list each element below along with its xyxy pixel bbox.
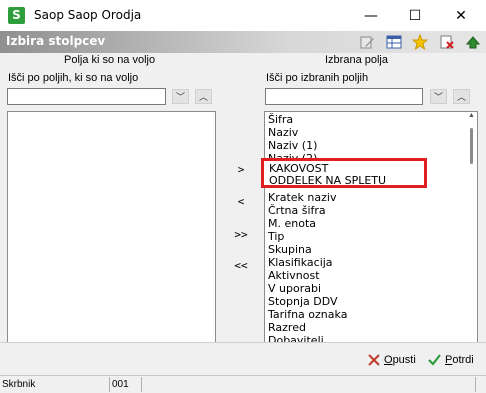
available-fields-list[interactable]	[7, 111, 216, 343]
list-item[interactable]: Šifra	[265, 113, 477, 126]
available-search-label: Išči po poljih, ki so na voljo	[8, 72, 139, 84]
selected-fields-bottom: Kratek naziv Črtna šifra M. enota Tip Sk…	[265, 191, 477, 342]
ok-label: otrdi	[452, 354, 474, 366]
list-item[interactable]: Skupina	[265, 243, 477, 256]
cancel-label: pusti	[392, 354, 416, 366]
chevron-down-icon: ﹀	[175, 92, 185, 102]
list-item[interactable]: Aktivnost	[265, 269, 477, 282]
list-item[interactable]: Naziv (1)	[265, 139, 477, 152]
title-bar: S Saop Saop Orodja — ☐ ✕	[0, 0, 486, 31]
chevron-up-icon: ︿	[456, 92, 466, 102]
list-item[interactable]: Naziv	[265, 126, 477, 139]
footer-separator	[0, 342, 486, 343]
close-button[interactable]: ✕	[438, 0, 484, 31]
selected-fields-list[interactable]: Šifra Naziv Naziv (1) Naziv (2) Kratek n…	[264, 111, 478, 343]
remove-field-button[interactable]: <	[228, 195, 254, 213]
list-item[interactable]: Tip	[265, 230, 477, 243]
minimize-button[interactable]: —	[348, 0, 394, 31]
available-search-up-button[interactable]: ︿	[195, 89, 212, 104]
cancel-button[interactable]: Opusti	[368, 350, 416, 370]
chevron-down-icon: ﹀	[433, 92, 443, 102]
selected-fields-heading: Izbrana polja	[325, 54, 388, 66]
selected-search-up-button[interactable]: ︿	[453, 89, 470, 104]
available-search-input[interactable]	[7, 88, 166, 105]
list-item[interactable]: Stopnja DDV	[265, 295, 477, 308]
list-item[interactable]: Kratek naziv	[265, 191, 477, 204]
ok-button[interactable]: Potrdi	[428, 350, 474, 370]
check-icon	[428, 354, 441, 366]
cancel-x-icon	[368, 354, 380, 366]
exit-icon[interactable]	[464, 33, 482, 51]
window-title: Saop Saop Orodja	[34, 8, 142, 22]
edit-icon[interactable]	[358, 33, 376, 51]
star-icon[interactable]	[411, 33, 429, 51]
status-empty	[142, 377, 476, 392]
list-item[interactable]: Tarifna oznaka	[265, 308, 477, 321]
available-search-down-button[interactable]: ﹀	[172, 89, 189, 104]
list-item[interactable]: Črtna šifra	[265, 204, 477, 217]
list-item[interactable]: M. enota	[265, 217, 477, 230]
list-item-oddelek-na-spletu[interactable]: ODDELEK NA SPLETU	[269, 174, 386, 187]
dialog-title: Izbira stolpcev	[6, 34, 106, 48]
status-bar: Skrbnik 001	[0, 375, 486, 393]
selected-search-input[interactable]	[265, 88, 423, 105]
add-field-button[interactable]: >	[228, 163, 254, 181]
delete-icon[interactable]	[438, 33, 456, 51]
chevron-up-icon: ︿	[198, 92, 208, 102]
dialog-header: Izbira stolpcev	[0, 31, 486, 53]
cancel-hotkey: O	[384, 354, 393, 366]
scroll-up-arrow[interactable]: ▲	[468, 112, 475, 119]
status-user: Skrbnik	[0, 377, 110, 392]
list-item[interactable]: Razred	[265, 321, 477, 334]
list-item[interactable]: Klasifikacija	[265, 256, 477, 269]
columns-icon[interactable]	[385, 33, 403, 51]
add-all-fields-button[interactable]: >>	[228, 228, 254, 246]
selected-list-scrollbar[interactable]	[470, 128, 473, 164]
app-icon: S	[8, 7, 25, 24]
status-code: 001	[110, 377, 142, 392]
selected-search-down-button[interactable]: ﹀	[430, 89, 447, 104]
highlighted-fields: KAKOVOST ODDELEK NA SPLETU	[261, 158, 427, 188]
available-fields-heading: Polja ki so na voljo	[64, 54, 156, 66]
selected-search-label: Išči po izbranih poljih	[266, 72, 369, 84]
remove-all-fields-button[interactable]: <<	[228, 259, 254, 277]
list-item[interactable]: V uporabi	[265, 282, 477, 295]
maximize-button[interactable]: ☐	[392, 0, 438, 31]
